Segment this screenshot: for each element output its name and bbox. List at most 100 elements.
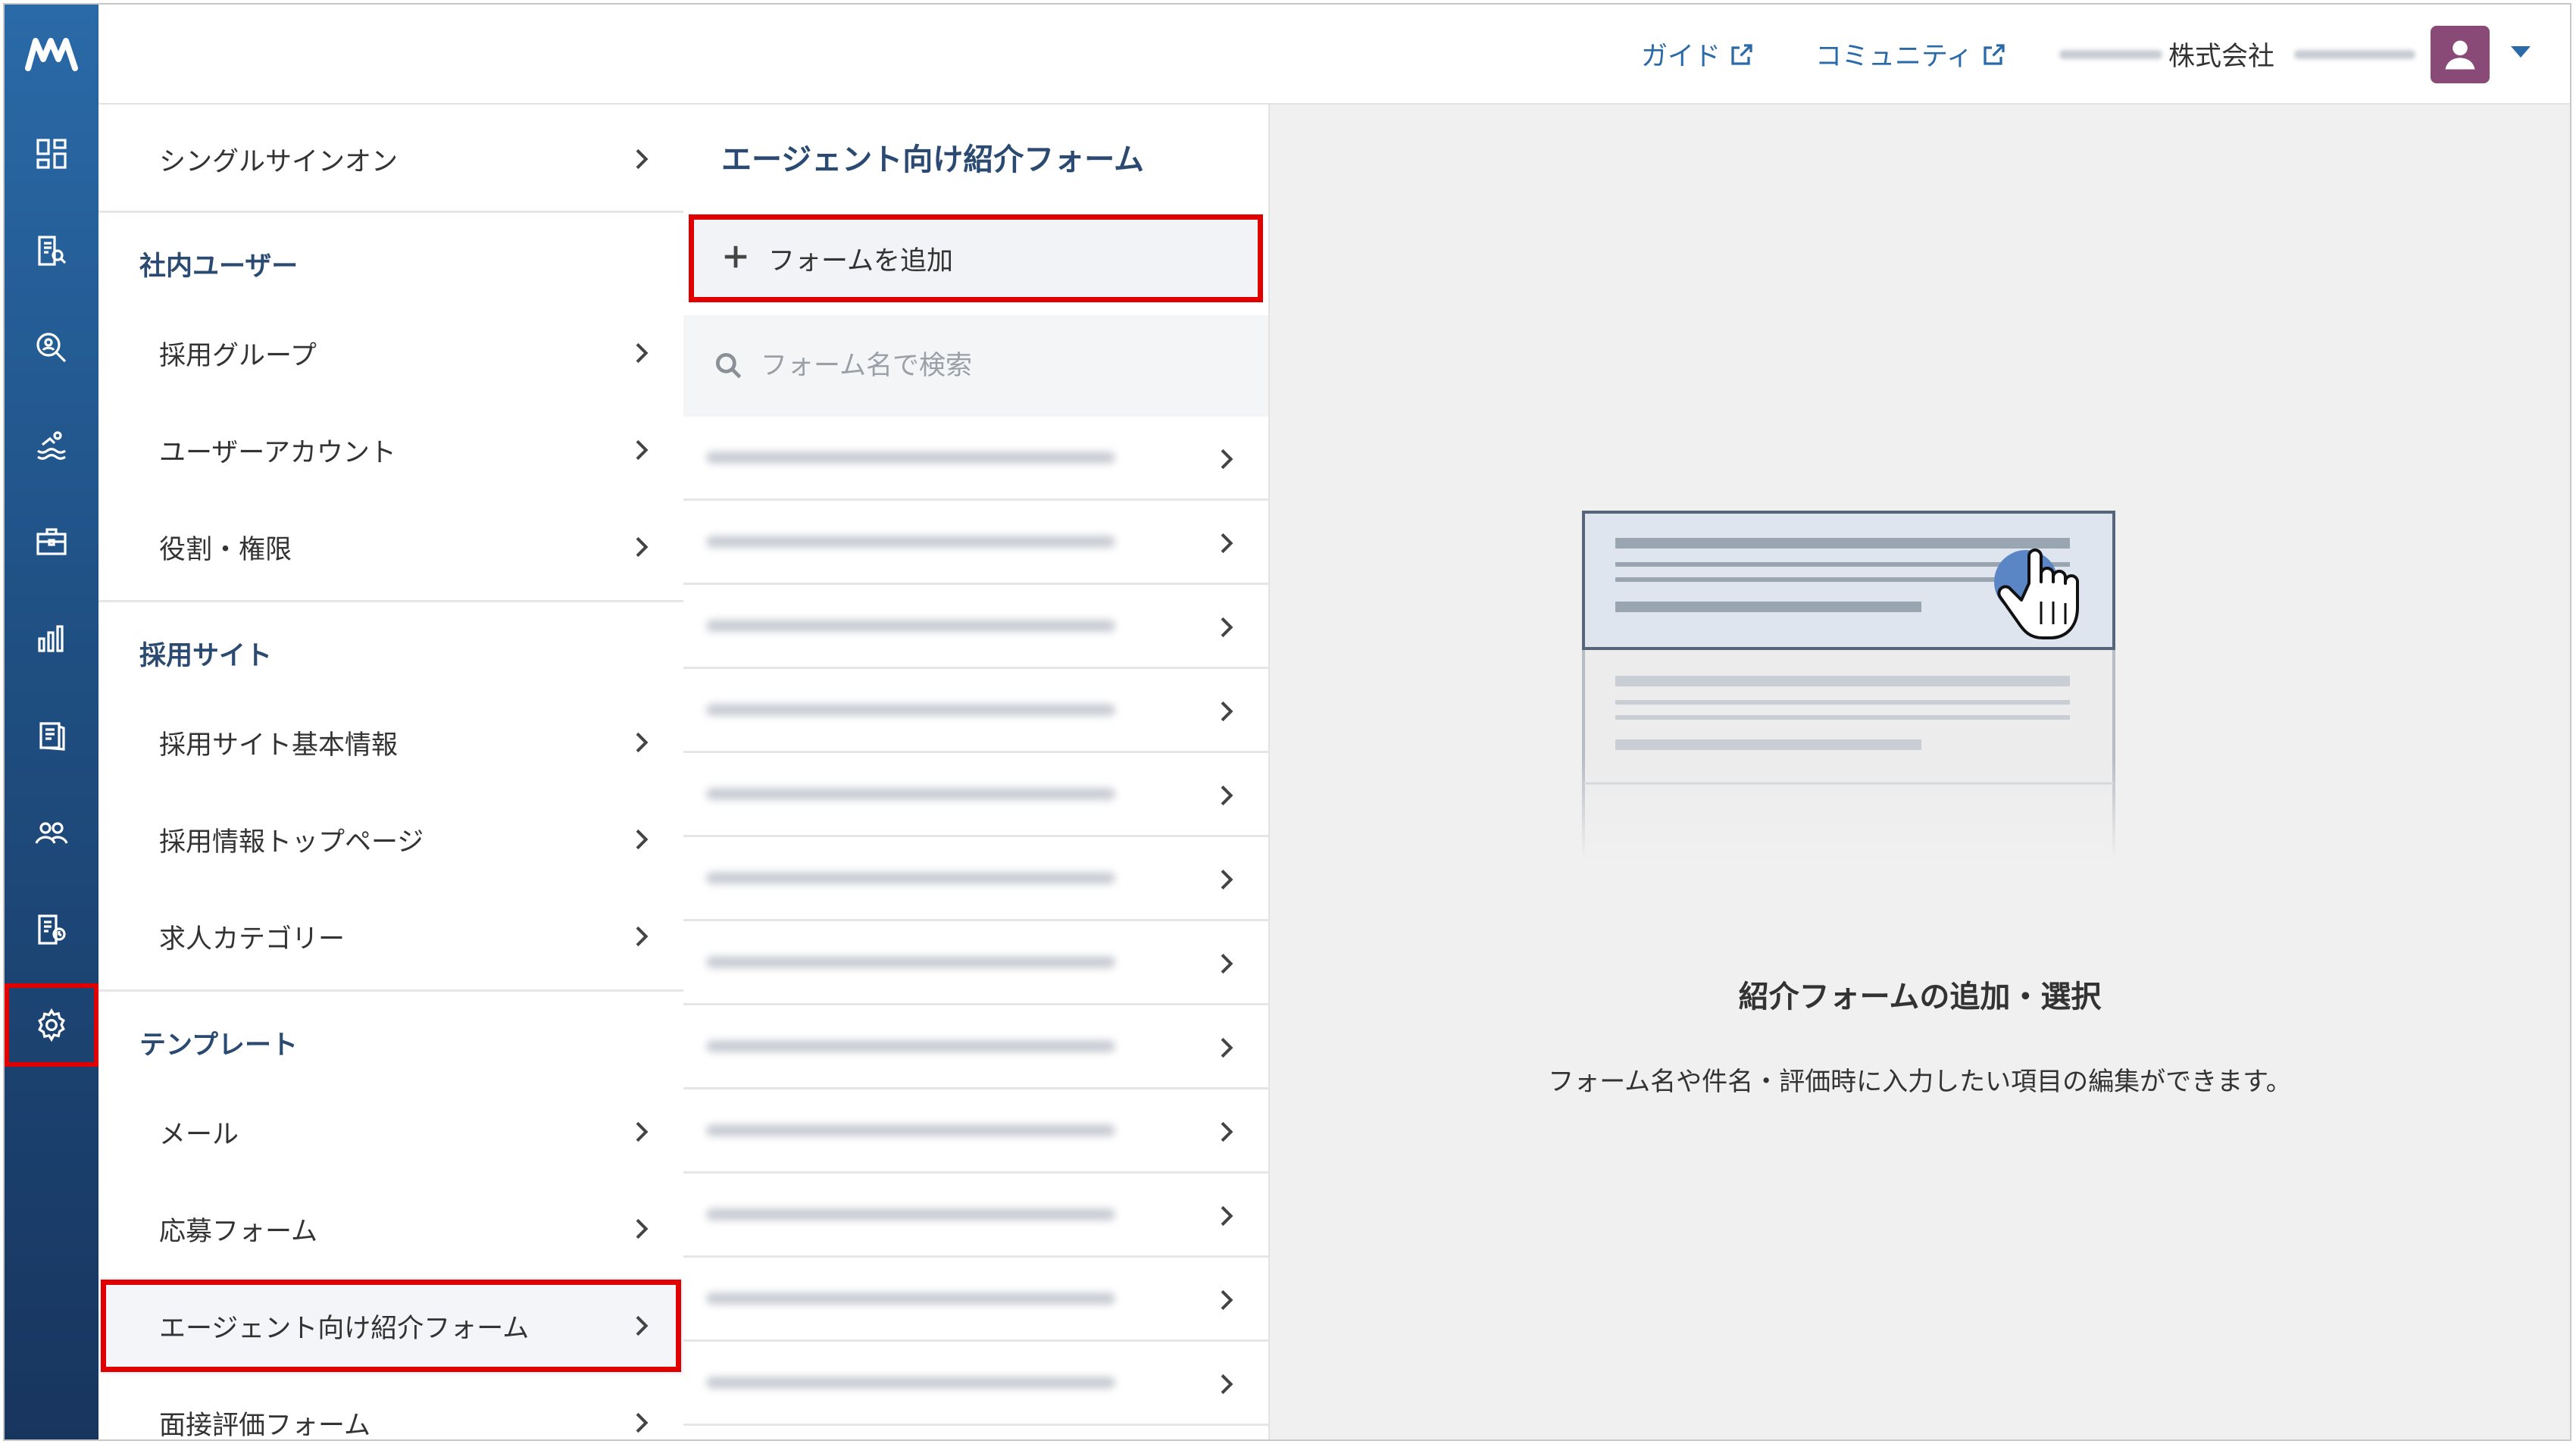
menu-item-user-account[interactable]: ユーザーアカウント — [98, 402, 683, 499]
forms-panel: エージェント向け紹介フォーム フォームを追加 — [683, 105, 1271, 1439]
list-item[interactable] — [683, 1342, 1268, 1426]
panel-title: エージェント向け紹介フォーム — [721, 142, 1144, 177]
main-content: 紹介フォームの追加・選択 フォーム名や件名・評価時に入力したい項目の編集ができま… — [1270, 105, 2570, 1439]
menu-item-mail[interactable]: メール — [98, 1083, 683, 1180]
chevron-right-icon — [636, 926, 649, 947]
section-title: 採用サイト — [139, 641, 273, 671]
external-link-icon — [1731, 43, 1752, 65]
form-search — [683, 315, 1268, 417]
company-name: 株式会社 — [2059, 35, 2416, 73]
menu-item-application-form[interactable]: 応募フォーム — [98, 1180, 683, 1277]
logo-icon — [25, 38, 78, 71]
redacted-text — [706, 788, 1115, 800]
rail-agents[interactable] — [5, 791, 98, 874]
chevron-right-icon — [636, 342, 649, 364]
list-item[interactable] — [683, 417, 1268, 501]
chevron-right-icon — [1221, 701, 1233, 722]
menu-item-sso[interactable]: シングルサインオン — [98, 111, 683, 208]
chart-icon — [38, 625, 64, 652]
chevron-right-icon — [1221, 953, 1233, 974]
chevron-right-icon — [1221, 617, 1233, 638]
menu-item-label: 面接評価フォーム — [159, 1410, 370, 1441]
guide-link[interactable]: ガイド — [1641, 35, 1755, 73]
chevron-right-icon — [1221, 533, 1233, 554]
settings-menu: シングルサインオン 社内ユーザー 採用グループ ユーザーアカウント 役割・権限 … — [98, 105, 686, 1441]
user-icon — [2445, 40, 2475, 70]
list-item[interactable] — [683, 669, 1268, 753]
company-label: 株式会社 — [2168, 42, 2275, 72]
top-header: ガイド コミュニティ 株式会社 — [98, 5, 2570, 105]
candidate-search-icon — [36, 333, 67, 363]
dashboard-icon — [36, 139, 67, 169]
menu-item-label: 応募フォーム — [159, 1216, 317, 1247]
chevron-right-icon — [1221, 1121, 1233, 1142]
list-item[interactable] — [683, 501, 1268, 585]
empty-state-title: 紹介フォームの追加・選択 — [1738, 980, 2102, 1014]
app-logo[interactable] — [5, 5, 98, 103]
chevron-right-icon — [636, 1218, 649, 1239]
redacted-text — [706, 1292, 1115, 1305]
menu-item-interview-form[interactable]: 面接評価フォーム — [98, 1374, 683, 1441]
list-item[interactable] — [683, 585, 1268, 669]
redacted-text — [706, 704, 1115, 716]
menu-item-site-basic[interactable]: 採用サイト基本情報 — [98, 694, 683, 791]
gear-icon — [38, 1008, 65, 1042]
menu-item-agent-form[interactable]: エージェント向け紹介フォーム — [98, 1277, 683, 1374]
menu-item-label: シングルサインオン — [159, 146, 399, 177]
community-link[interactable]: コミュニティ — [1815, 35, 2008, 73]
icon-rail — [5, 5, 98, 1439]
plus-icon — [724, 245, 747, 268]
redacted-text — [2294, 49, 2416, 59]
menu-item-label: メール — [159, 1119, 239, 1150]
rail-forms[interactable] — [5, 888, 98, 971]
section-header-users: 社内ユーザー — [98, 211, 683, 308]
redacted-text — [706, 620, 1115, 632]
chevron-right-icon — [1221, 1037, 1233, 1058]
list-item[interactable] — [683, 1174, 1268, 1258]
search-input[interactable] — [759, 342, 1232, 389]
chevron-right-icon — [636, 536, 649, 558]
chevron-right-icon — [1221, 1205, 1233, 1227]
rail-settings[interactable] — [5, 983, 98, 1067]
redacted-text — [706, 1040, 1115, 1052]
list-item[interactable] — [683, 1258, 1268, 1342]
section-header-site: 採用サイト — [98, 600, 683, 697]
document-settings-icon — [38, 914, 66, 945]
rail-dashboard[interactable] — [5, 112, 98, 195]
section-title: テンプレート — [139, 1030, 298, 1061]
rail-document-search[interactable] — [5, 209, 98, 292]
rail-pool[interactable] — [5, 403, 98, 486]
list-item[interactable] — [683, 1005, 1268, 1089]
list-item[interactable] — [683, 753, 1268, 837]
menu-item-site-top[interactable]: 採用情報トップページ — [98, 791, 683, 888]
rail-reports[interactable] — [5, 597, 98, 680]
community-label: コミュニティ — [1815, 42, 1973, 72]
chevron-right-icon — [1221, 1289, 1233, 1311]
chevron-right-icon — [636, 1315, 649, 1336]
menu-item-hiring-group[interactable]: 採用グループ — [98, 305, 683, 402]
chevron-right-icon — [1221, 785, 1233, 806]
menu-item-job-category[interactable]: 求人カテゴリー — [98, 888, 683, 985]
avatar[interactable] — [2431, 26, 2490, 83]
add-form-label: フォームを追加 — [768, 245, 953, 277]
add-form-button[interactable]: フォームを追加 — [689, 214, 1263, 302]
list-item[interactable] — [683, 921, 1268, 1005]
list-item[interactable] — [683, 1089, 1268, 1174]
section-header-template: テンプレート — [98, 989, 683, 1086]
rail-jobs[interactable] — [5, 500, 98, 583]
rail-candidate-search[interactable] — [5, 306, 98, 389]
menu-item-label: 役割・権限 — [159, 534, 292, 565]
chevron-right-icon — [636, 1412, 649, 1433]
external-link-icon — [1984, 43, 2005, 65]
search-icon — [715, 352, 742, 379]
rail-media[interactable] — [5, 694, 98, 777]
app-window: ガイド コミュニティ 株式会社 シングルサインオン 社内ユーザー 採用グループ — [3, 3, 2571, 1441]
chevron-right-icon — [636, 829, 649, 850]
redacted-text — [706, 1124, 1115, 1136]
redacted-text — [706, 1377, 1115, 1389]
menu-item-roles[interactable]: 役割・権限 — [98, 499, 683, 595]
list-item[interactable] — [683, 837, 1268, 921]
menu-item-label: 採用情報トップページ — [159, 827, 424, 858]
chevron-down-icon[interactable] — [2511, 46, 2531, 58]
chevron-right-icon — [636, 732, 649, 753]
